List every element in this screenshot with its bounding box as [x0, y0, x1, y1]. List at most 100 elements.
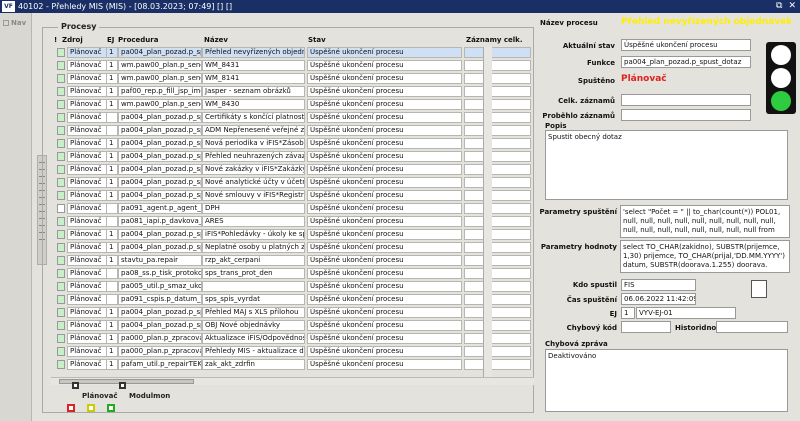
table-row[interactable]: Plánovač 1 pa004_plan_pozad.p_sp OBJ Nové o…: [51, 320, 534, 332]
table-row[interactable]: Plánovač pa091_cspis.p_datum_v sps_spis_vy…: [51, 294, 534, 306]
table-row[interactable]: Plánovač pa08_ss.p_tisk_protokc sps_trans_…: [51, 268, 534, 280]
table-row[interactable]: Plánovač 1 wm.paw00_plan.p_senc WM_8141 Úspě…: [51, 73, 534, 85]
row-status-box: [57, 256, 65, 265]
table-row[interactable]: Plánovač 1 wm.paw00_plan.p_senc WM_8431 Úspě…: [51, 60, 534, 72]
cell-nazev: zak_akt_zdrfin: [202, 359, 305, 370]
param-spusteni-field[interactable]: 'select "Počet = " || to_char(count(*)) …: [620, 205, 790, 238]
cell-zaznamy: [464, 60, 531, 71]
cell-nazev: [202, 281, 305, 292]
cell-procedura: pa000_plan.p_zpracova: [118, 333, 202, 344]
col-header-procedura[interactable]: Procedura: [118, 36, 158, 46]
table-row[interactable]: Plánovač pa004_plan_pozad.p_sp Certifikáty…: [51, 112, 534, 124]
cell-ej: 1: [106, 138, 118, 149]
col-header-stav[interactable]: Stav: [308, 36, 326, 46]
cell-procedura: pa005_util.p_smaz_ukon: [118, 281, 202, 292]
cell-ej: 1: [106, 320, 118, 331]
probehlo-zaznamu-field[interactable]: [621, 109, 751, 121]
table-row[interactable]: Plánovač 1 stavtu_pa.repair rzp_akt_cerpani…: [51, 255, 534, 267]
cell-nazev: DPH: [202, 203, 305, 214]
celk-zaznamu-field[interactable]: [621, 94, 751, 106]
legend-modulmon-check[interactable]: [119, 382, 126, 389]
cell-procedura: pa004_plan_pozad.p_sp: [118, 47, 202, 58]
semaphore-mid-light: [771, 68, 791, 88]
param-hodnoty-field[interactable]: select TO_CHAR(zakidno), SUBSTR(prijemce…: [620, 240, 790, 273]
cell-stav: Úspěšné ukončení procesu: [307, 268, 462, 279]
table-row[interactable]: Plánovač 1 pa004_plan_pozad.p_sp Přehled MA…: [51, 307, 534, 319]
table-row[interactable]: Plánovač pa004_plan_pozad.p_sp ADM Nepřene…: [51, 125, 534, 137]
col-header-nazev[interactable]: Název: [204, 36, 228, 46]
cas-spusteni-field[interactable]: 06.06.2022 11:42:09: [621, 293, 696, 305]
legend-planovac-check[interactable]: [72, 382, 79, 389]
table-row[interactable]: Plánovač pa091_agent.p_agent_rc DPH Úspěšné…: [51, 203, 534, 215]
table-row[interactable]: Plánovač 1 pa004_plan_pozad.p_sp Nová perio…: [51, 138, 534, 150]
row-status-box: [57, 243, 65, 252]
row-status-box: [57, 74, 65, 83]
cell-zaznamy: [464, 177, 531, 188]
col-header-zdroj[interactable]: Zdroj: [62, 36, 83, 46]
legend-yellow-box: [87, 404, 95, 412]
ej-name-field[interactable]: VYV-EJ-01: [636, 307, 736, 319]
cell-procedura: pa004_plan_pozad.p_sp: [118, 112, 202, 123]
cas-spusteni-label: Čas spuštění: [566, 296, 617, 304]
historicno-field[interactable]: [716, 321, 788, 333]
row-status-box: [57, 165, 65, 174]
nav-toggle[interactable]: Nav: [3, 19, 26, 27]
cell-stav: Úspěšné ukončení procesu: [307, 86, 462, 97]
row-status-box: [57, 113, 65, 122]
cell-nazev: Přehled MAJ s XLS přílohou: [202, 307, 305, 318]
popis-field[interactable]: Spustit obecný dotaz: [545, 130, 788, 200]
table-vscrollbar[interactable]: [483, 47, 492, 377]
funkce-field[interactable]: pa004_plan_pozad.p_spust_dotaz: [621, 56, 751, 68]
table-row[interactable]: Plánovač 1 pa000_plan.p_zpracova Aktualizac…: [51, 333, 534, 345]
table-row[interactable]: Plánovač pa081_iapi.p_davkova_k ARES Úspěšn…: [51, 216, 534, 228]
table-row[interactable]: Plánovač 1 paf00_rep.p_fill_jsp_img Jasper …: [51, 86, 534, 98]
document-icon[interactable]: [751, 280, 767, 298]
ej-field[interactable]: 1: [621, 307, 635, 319]
table-row[interactable]: Plánovač 1 pa004_plan_pozad.p_sp Nové analy…: [51, 177, 534, 189]
table-row[interactable]: Plánovač 1 pa004_plan_pozad.p_sp Neplatné o…: [51, 242, 534, 254]
cell-procedura: pa004_plan_pozad.p_sp: [118, 190, 202, 201]
row-status-box: [57, 347, 65, 356]
cell-stav: Úspěšné ukončení procesu: [307, 307, 462, 318]
chybova-zprava-field[interactable]: Deaktivováno: [545, 349, 788, 412]
cell-zaznamy: [464, 138, 531, 149]
cell-nazev: ARES: [202, 216, 305, 227]
row-status-box: [57, 204, 65, 213]
cell-stav: Úspěšné ukončení procesu: [307, 125, 462, 136]
cell-ej: 1: [106, 229, 118, 240]
col-header-zaznamy[interactable]: Záznamy celk.: [466, 36, 523, 46]
cell-stav: Úspěšné ukončení procesu: [307, 73, 462, 84]
restore-button[interactable]: ⧉: [776, 0, 782, 13]
cell-procedura: pa08_ss.p_tisk_protokc: [118, 268, 202, 279]
cell-procedura: pa004_plan_pozad.p_sp: [118, 151, 202, 162]
chybovy-kod-field[interactable]: [621, 321, 671, 333]
col-header-flag[interactable]: !: [54, 36, 57, 46]
cell-zaznamy: [464, 151, 531, 162]
table-row[interactable]: Plánovač 1 pa004_plan_pozad.p_sp iFIS*Pohle…: [51, 229, 534, 241]
cell-zaznamy: [464, 125, 531, 136]
cell-nazev: Nové smlouvy v iFIS*Registr s: [202, 190, 305, 201]
cell-zaznamy: [464, 229, 531, 240]
table-row[interactable]: Plánovač 1 pa004_plan_pozad.p_sp Přehled ne…: [51, 151, 534, 163]
cell-procedura: pa000_plan.p_zpracova: [118, 346, 202, 357]
cell-ej: [106, 125, 118, 136]
cell-ej: 1: [106, 255, 118, 266]
probehlo-zaznamu-label: Proběhlo záznamů: [542, 112, 615, 120]
table-row[interactable]: Plánovač 1 pafam_util.p_repairTEKZ zak_akt_…: [51, 359, 534, 371]
aktualni-stav-field[interactable]: Úspěšné ukončení procesu: [621, 39, 751, 51]
row-status-box: [57, 321, 65, 330]
table-row[interactable]: Plánovač 1 pa004_plan_pozad.p_sp Přehled ne…: [51, 47, 534, 59]
hscroll-thumb[interactable]: [59, 379, 194, 384]
close-button[interactable]: ✕: [788, 0, 796, 13]
col-header-ej[interactable]: EJ: [107, 36, 114, 46]
cell-ej: 1: [106, 99, 118, 110]
kdo-spustil-field[interactable]: FIS: [621, 279, 696, 291]
table-row[interactable]: Plánovač 1 pa004_plan_pozad.p_sp Nové zakáz…: [51, 164, 534, 176]
table-row[interactable]: Plánovač pa005_util.p_smaz_ukon Úspěšné uk…: [51, 281, 534, 293]
cell-nazev: OBJ Nové objednávky: [202, 320, 305, 331]
cell-stav: Úspěšné ukončení procesu: [307, 99, 462, 110]
table-row[interactable]: Plánovač 1 pa004_plan_pozad.p_sp Nové smlou…: [51, 190, 534, 202]
cell-ej: [106, 203, 118, 214]
table-row[interactable]: Plánovač 1 pa000_plan.p_zpracova Přehledy M…: [51, 346, 534, 358]
table-row[interactable]: Plánovač 1 wm.paw00_plan.p_senc WM_8430 Úspě…: [51, 99, 534, 111]
